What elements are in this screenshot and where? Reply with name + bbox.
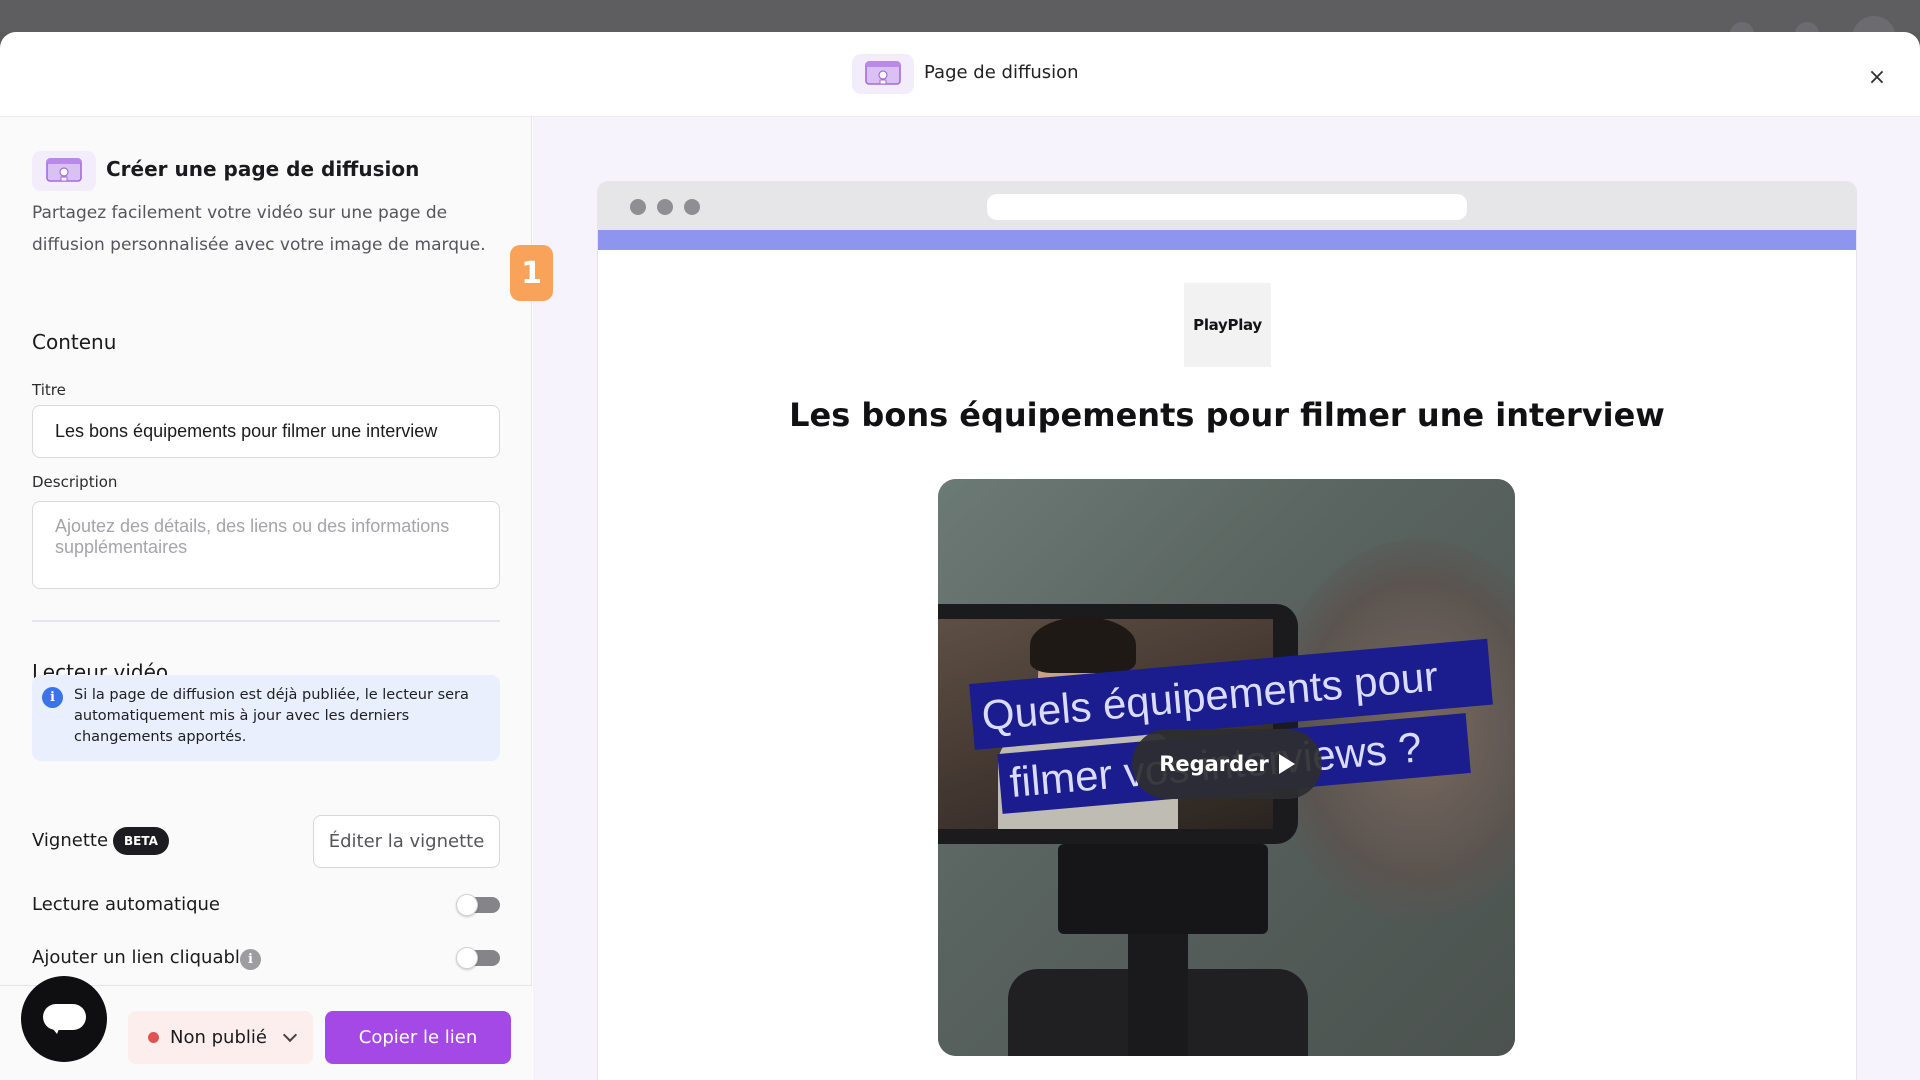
step-badge: 1 bbox=[510, 245, 553, 301]
video-player[interactable]: Quels équipements pour filmer vos interv… bbox=[938, 479, 1515, 1056]
watch-button[interactable]: Regarder bbox=[1132, 729, 1322, 799]
app-backdrop bbox=[0, 0, 1920, 60]
toggle-knob bbox=[456, 894, 478, 916]
watch-label: Regarder bbox=[1159, 752, 1269, 776]
panel-description: Partagez facilement votre vidéo sur une … bbox=[32, 203, 486, 255]
brand-logo: PlayPlay bbox=[1184, 283, 1271, 367]
content-section-title: Contenu bbox=[32, 330, 117, 354]
clickable-link-toggle[interactable] bbox=[456, 947, 500, 969]
video-tripod-stem bbox=[1128, 929, 1188, 1056]
info-icon: i bbox=[42, 687, 63, 708]
autoplay-label: Lecture automatique bbox=[32, 894, 220, 915]
browser-preview: PlayPlay Les bons équipements pour filme… bbox=[598, 182, 1856, 1080]
broadcast-page-modal: Page de diffusion × Créer une page de di… bbox=[0, 32, 1920, 1080]
play-icon bbox=[1278, 754, 1295, 774]
modal-title: Page de diffusion bbox=[924, 62, 1079, 83]
video-tripod-mount bbox=[1058, 844, 1268, 934]
chat-support-button[interactable] bbox=[21, 976, 107, 1062]
clickable-link-label: Ajouter un lien cliquable bbox=[32, 947, 251, 968]
window-dot-icon bbox=[657, 199, 673, 215]
beta-badge: BETA bbox=[113, 827, 169, 855]
title-label: Titre bbox=[32, 381, 66, 399]
window-dot-icon bbox=[630, 199, 646, 215]
edit-thumbnail-button[interactable]: Éditer la vignette bbox=[313, 815, 500, 868]
thumbnail-label: Vignette bbox=[32, 830, 109, 851]
description-label: Description bbox=[32, 473, 118, 491]
modal-header: Page de diffusion × bbox=[0, 32, 1920, 117]
status-dot bbox=[148, 1032, 159, 1043]
settings-panel: Créer une page de diffusion Partagez fac… bbox=[0, 117, 532, 1080]
help-icon[interactable]: i bbox=[240, 949, 261, 970]
copy-link-button[interactable]: Copier le lien bbox=[325, 1011, 511, 1064]
preview-page-title: Les bons équipements pour filmer une int… bbox=[789, 396, 1665, 434]
broadcast-page-icon bbox=[852, 54, 914, 94]
browser-toolbar bbox=[598, 182, 1856, 230]
chevron-down-icon bbox=[282, 1027, 298, 1043]
section-divider bbox=[32, 620, 500, 622]
autoplay-toggle[interactable] bbox=[456, 894, 500, 916]
info-callout: i Si la page de diffusion est déjà publi… bbox=[32, 675, 500, 761]
toggle-knob bbox=[456, 947, 478, 969]
preview-panel: PlayPlay Les bons équipements pour filme… bbox=[533, 117, 1920, 1080]
video-person-hair bbox=[1030, 617, 1136, 673]
info-text: Si la page de diffusion est déjà publiée… bbox=[74, 687, 469, 745]
description-textarea[interactable] bbox=[32, 501, 500, 589]
url-bar bbox=[987, 194, 1467, 220]
close-icon[interactable]: × bbox=[1862, 62, 1892, 92]
status-label: Non publié bbox=[170, 1027, 267, 1048]
panel-title: Créer une page de diffusion bbox=[106, 157, 420, 181]
window-dot-icon bbox=[684, 199, 700, 215]
publish-status-select[interactable]: Non publié bbox=[128, 1011, 313, 1064]
broadcast-page-icon bbox=[32, 151, 96, 191]
chat-icon-tail bbox=[49, 1024, 61, 1034]
brand-color-strip bbox=[598, 230, 1856, 250]
title-input[interactable] bbox=[32, 405, 500, 458]
